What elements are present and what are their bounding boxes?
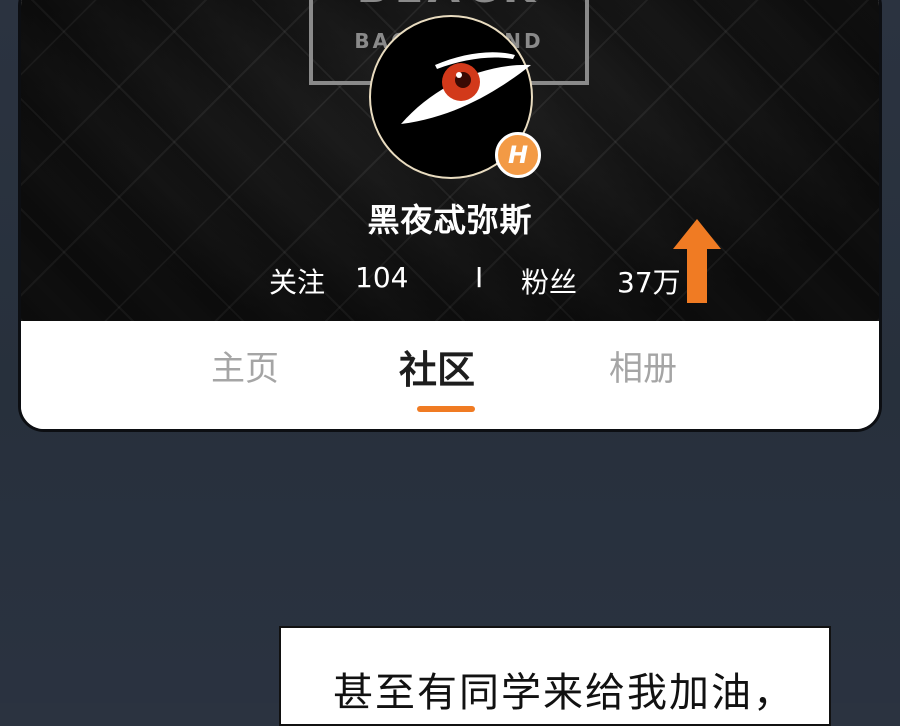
caption-text: 甚至有同学来给我加油， xyxy=(333,670,795,716)
followers-count[interactable]: 37万 xyxy=(617,261,681,301)
tab-home[interactable]: 主页 xyxy=(211,341,279,390)
tab-album[interactable]: 相册 xyxy=(609,341,677,390)
stats-separator: I xyxy=(475,261,484,294)
caption-box: 甚至有同学来给我加油， xyxy=(279,626,831,726)
profile-tabs: 主页 社区 相册 xyxy=(21,321,879,429)
username: 黑夜忒弥斯 xyxy=(367,201,533,239)
banner-logo-text-top: BLACK xyxy=(313,0,585,12)
active-tab-indicator xyxy=(417,406,475,412)
level-badge: H xyxy=(495,132,541,178)
profile-card: BLACK BACKGROUND H 黑夜忒弥斯 关注 104 I 粉丝 37万 xyxy=(18,0,882,432)
profile-banner: BLACK BACKGROUND H 黑夜忒弥斯 关注 104 I 粉丝 37万 xyxy=(21,0,879,321)
following-count[interactable]: 104 xyxy=(355,261,408,294)
arrow-up-icon xyxy=(673,219,721,303)
following-label[interactable]: 关注 xyxy=(269,261,325,301)
followers-label[interactable]: 粉丝 xyxy=(521,261,577,301)
tab-community[interactable]: 社区 xyxy=(399,339,475,394)
